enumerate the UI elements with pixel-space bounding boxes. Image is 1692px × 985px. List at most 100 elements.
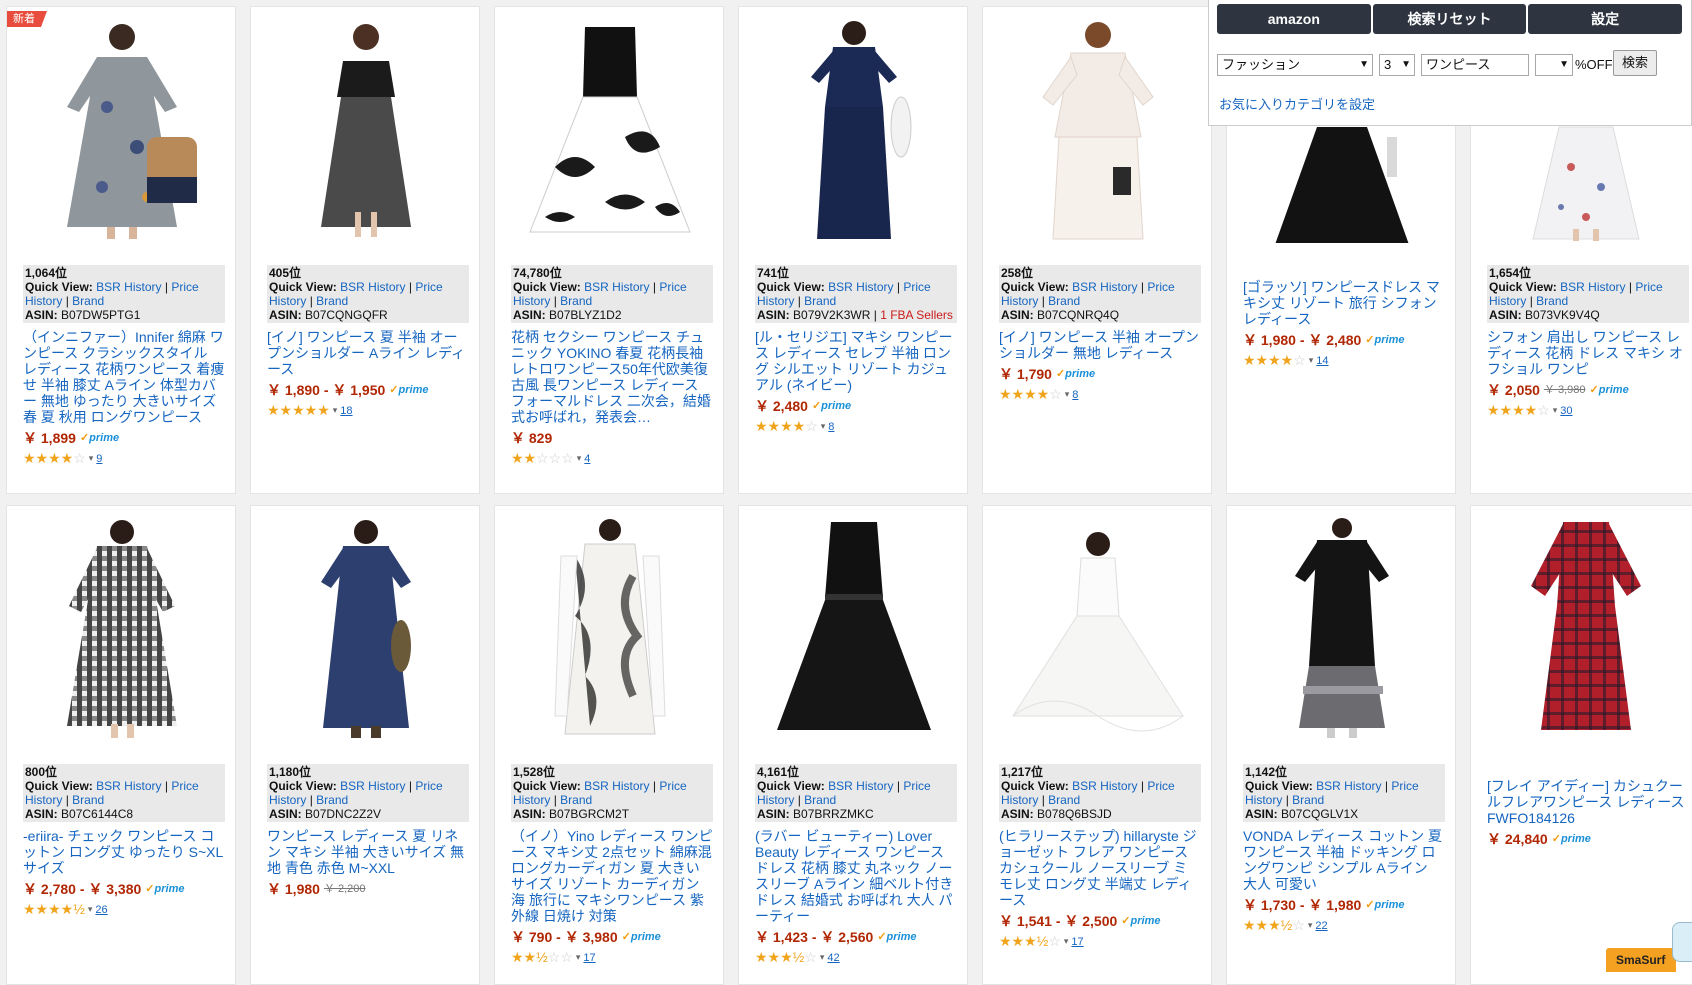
rating-row[interactable]: ★★★★☆ ▾ 14 (1243, 352, 1445, 369)
review-count[interactable]: 4 (584, 453, 590, 465)
product-card[interactable]: 1,217位 Quick View: BSR History | Price H… (982, 505, 1212, 985)
product-image[interactable] (1481, 516, 1691, 742)
product-card[interactable]: 741位 Quick View: BSR History | Price His… (738, 6, 968, 494)
history-link[interactable]: History (757, 294, 794, 308)
caret-down-icon[interactable]: ▾ (1553, 405, 1558, 416)
product-image[interactable] (749, 516, 959, 742)
rating-row[interactable]: ★★★★★ ▾ 18 (267, 402, 469, 419)
price-link[interactable]: Price (903, 280, 930, 294)
history-link[interactable]: History (25, 294, 62, 308)
side-widget-icon[interactable] (1672, 922, 1692, 962)
bsr-history-link[interactable]: BSR History (1072, 280, 1137, 294)
product-title-link[interactable]: ワンピース レディース 夏 リネン マキシ 半袖 大きいサイズ 無地 青色 赤色… (267, 828, 469, 876)
product-image[interactable] (261, 516, 471, 742)
bsr-history-link[interactable]: BSR History (828, 779, 893, 793)
history-link[interactable]: History (513, 793, 550, 807)
history-link[interactable]: History (1489, 294, 1526, 308)
caret-down-icon[interactable]: ▾ (821, 421, 826, 432)
product-image[interactable] (505, 17, 715, 243)
tab-amazon[interactable]: amazon (1217, 4, 1371, 34)
review-count[interactable]: 42 (827, 952, 839, 964)
product-image[interactable] (993, 516, 1203, 742)
price-link[interactable]: Price (1391, 779, 1418, 793)
product-title-link[interactable]: [イノ] ワンピース 夏 半袖 オープンショルダー Aライン レディース (267, 329, 469, 377)
review-count[interactable]: 17 (1071, 936, 1083, 948)
tab-settings[interactable]: 設定 (1528, 4, 1683, 34)
bsr-history-link[interactable]: BSR History (828, 280, 893, 294)
product-title-link[interactable]: 花柄 セクシー ワンピース チュニック YOKINO 春夏 花柄長袖 レトロワン… (511, 329, 713, 425)
bsr-history-link[interactable]: BSR History (1560, 280, 1625, 294)
review-count[interactable]: 14 (1316, 355, 1328, 367)
price-link[interactable]: Price (415, 280, 442, 294)
product-image[interactable] (505, 516, 715, 742)
rating-row[interactable]: ★★★★☆ ▾ 8 (755, 418, 957, 435)
brand-link[interactable]: Brand (316, 793, 348, 807)
product-title-link[interactable]: -eriira- チェック ワンピース コットン ロング丈 ゆったり S~XLサ… (23, 828, 225, 876)
bsr-history-link[interactable]: BSR History (584, 280, 649, 294)
product-title-link[interactable]: （インニファー）Innifer 綿麻 ワンピース クラシックスタイル レディース… (23, 329, 225, 425)
history-link[interactable]: History (513, 294, 550, 308)
caret-down-icon[interactable]: ▾ (577, 453, 582, 464)
price-link[interactable]: Price (1147, 280, 1174, 294)
product-card[interactable]: 1,142位 Quick View: BSR History | Price H… (1226, 505, 1456, 985)
rating-row[interactable]: ★★★★½ ▾ 26 (23, 901, 225, 918)
product-card[interactable]: 1,528位 Quick View: BSR History | Price H… (494, 505, 724, 985)
product-title-link[interactable]: (ヒラリーステップ) hillaryste ジョーゼット フレア ワンピース カ… (999, 828, 1201, 908)
caret-down-icon[interactable]: ▾ (1064, 936, 1069, 947)
bsr-history-link[interactable]: BSR History (96, 280, 161, 294)
price-link[interactable]: Price (659, 779, 686, 793)
bsr-history-link[interactable]: BSR History (96, 779, 161, 793)
brand-link[interactable]: Brand (1536, 294, 1568, 308)
product-card[interactable]: 74,780位 Quick View: BSR History | Price … (494, 6, 724, 494)
review-count[interactable]: 17 (583, 952, 595, 964)
history-link[interactable]: History (1001, 793, 1038, 807)
brand-link[interactable]: Brand (560, 294, 592, 308)
product-card[interactable]: 258位 Quick View: BSR History | Price His… (982, 6, 1212, 494)
product-image[interactable] (17, 516, 227, 742)
history-link[interactable]: History (25, 793, 62, 807)
product-image[interactable] (993, 17, 1203, 243)
rating-row[interactable]: ★★★★☆ ▾ 9 (23, 450, 225, 467)
rating-row[interactable]: ★★★★☆ ▾ 30 (1487, 402, 1689, 419)
product-image[interactable] (749, 17, 959, 243)
product-title-link[interactable]: シフォン 肩出し ワンピース レディース 花柄 ドレス マキシ オフショル ワン… (1487, 329, 1689, 377)
product-image[interactable] (261, 17, 471, 243)
product-title-link[interactable]: [イノ] ワンピース 半袖 オープンショルダー 無地 レディース (999, 329, 1201, 361)
product-title-link[interactable]: [ゴラッソ] ワンピースドレス マキシ丈 リゾート 旅行 シフォン レディース (1243, 279, 1445, 327)
bsr-history-link[interactable]: BSR History (340, 779, 405, 793)
rating-row[interactable]: ★★★½☆ ▾ 42 (755, 949, 957, 966)
product-title-link[interactable]: [ル・セリジエ] マキシ ワンピース レディース セレブ 半袖 ロング シルエッ… (755, 329, 957, 393)
favorite-category-link[interactable]: お気に入りカテゴリを設定 (1219, 94, 1375, 113)
price-link[interactable]: Price (659, 280, 686, 294)
category-select[interactable]: ファッション ▼ (1217, 54, 1373, 76)
caret-down-icon[interactable]: ▾ (1309, 355, 1314, 366)
caret-down-icon[interactable]: ▾ (88, 904, 93, 915)
history-link[interactable]: History (757, 793, 794, 807)
brand-link[interactable]: Brand (316, 294, 348, 308)
product-image[interactable] (1237, 516, 1447, 742)
product-card[interactable]: 4,161位 Quick View: BSR History | Price H… (738, 505, 968, 985)
caret-down-icon[interactable]: ▾ (576, 952, 581, 963)
review-count[interactable]: 9 (96, 453, 102, 465)
rating-row[interactable]: ★★½☆☆ ▾ 17 (511, 949, 713, 966)
caret-down-icon[interactable]: ▾ (1065, 389, 1070, 400)
rating-row[interactable]: ★★★★☆ ▾ 8 (999, 386, 1201, 403)
brand-link[interactable]: Brand (1048, 294, 1080, 308)
tab-search-reset[interactable]: 検索リセット (1372, 4, 1527, 34)
price-link[interactable]: Price (1635, 280, 1662, 294)
number-select[interactable]: 3 ▼ (1379, 54, 1415, 76)
review-count[interactable]: 18 (340, 405, 352, 417)
brand-link[interactable]: Brand (560, 793, 592, 807)
history-link[interactable]: History (1245, 793, 1282, 807)
review-count[interactable]: 26 (95, 904, 107, 916)
search-button[interactable]: 検索 (1613, 50, 1658, 76)
brand-link[interactable]: Brand (804, 294, 836, 308)
product-title-link[interactable]: （イノ）Yino レディース ワンピース マキシ丈 2点セット 綿麻混 ロングカ… (511, 828, 713, 924)
product-card[interactable]: 新着 1,064位 Quick View: BSR History | Pric… (6, 6, 236, 494)
caret-down-icon[interactable]: ▾ (333, 405, 338, 416)
brand-link[interactable]: Brand (72, 793, 104, 807)
product-title-link[interactable]: (ラバー ビューティー) Lover Beauty レディース ワンピース ドレ… (755, 828, 957, 924)
rating-row[interactable]: ★★★½☆ ▾ 17 (999, 933, 1201, 950)
product-card[interactable]: 800位 Quick View: BSR History | Price His… (6, 505, 236, 985)
product-card[interactable]: [フレイ アイディー] カシュクールフレアワンピース レディース FWFO184… (1470, 505, 1692, 985)
